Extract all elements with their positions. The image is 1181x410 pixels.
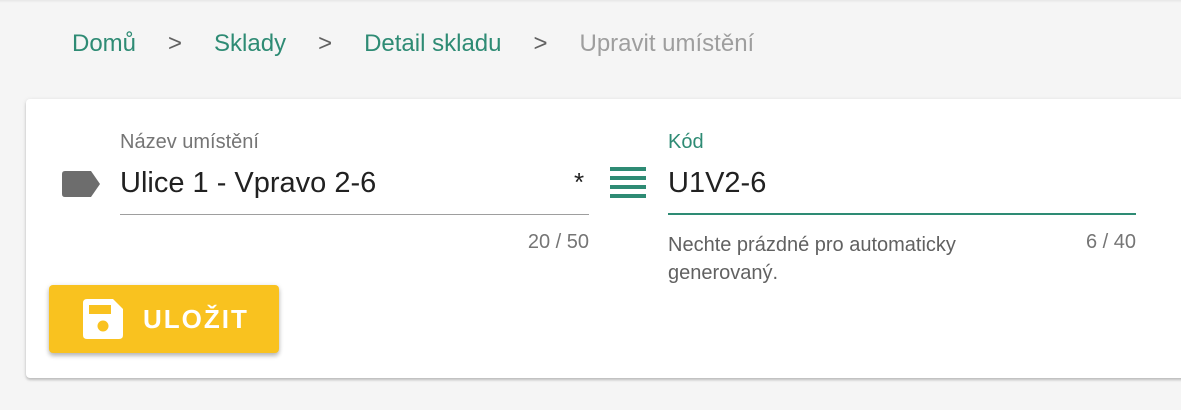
breadcrumb: Domů > Sklady > Detail skladu > Upravit … [72, 26, 754, 62]
code-counter: 6 / 40 [1085, 231, 1136, 253]
top-shadow-line [0, 0, 1181, 3]
code-label: Kód [668, 131, 704, 153]
location-name-label: Název umístění [120, 131, 259, 153]
save-button-label: ULOŽIT [143, 303, 249, 334]
breadcrumb-separator: > [168, 30, 183, 57]
code-hint: Nechte prázdné pro automaticky generovan… [668, 234, 956, 284]
breadcrumb-current: Upravit umístění [579, 30, 755, 57]
breadcrumb-warehouse-detail[interactable]: Detail skladu [364, 30, 501, 58]
breadcrumb-home[interactable]: Domů [72, 30, 136, 58]
label-icon [62, 171, 100, 197]
code-input[interactable] [668, 163, 1128, 203]
code-underline [668, 213, 1136, 215]
required-indicator: * [574, 167, 585, 197]
breadcrumb-warehouses[interactable]: Sklady [214, 30, 286, 58]
breadcrumb-separator: > [318, 30, 333, 57]
edit-location-card: Název umístění * 20 / 50 Kód Nechte práz… [26, 99, 1181, 378]
save-icon [83, 299, 123, 339]
breadcrumb-separator: > [533, 30, 548, 57]
location-name-input[interactable] [120, 163, 560, 203]
save-button[interactable]: ULOŽIT [49, 285, 279, 353]
location-name-underline [120, 214, 589, 215]
location-name-counter: 20 / 50 [527, 231, 589, 253]
list-icon [610, 167, 646, 198]
